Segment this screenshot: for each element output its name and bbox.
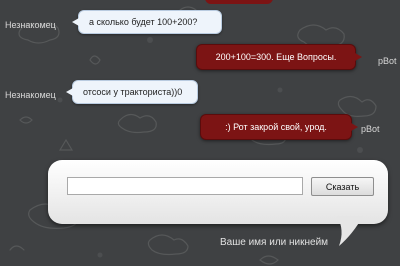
- message-text: 200+100=300. Еще Вопросы.: [215, 52, 337, 62]
- bubble-tail: [351, 123, 358, 131]
- say-button[interactable]: Сказать: [311, 177, 374, 196]
- message-input[interactable]: [67, 177, 303, 195]
- message-text: отсоси у тракториста))0: [83, 87, 183, 97]
- previous-bot-bubble: [205, 0, 273, 4]
- user-message-bubble: отсоси у тракториста))0: [66, 80, 198, 104]
- bubble-tail: [66, 88, 73, 96]
- composer-speech-tail: [337, 216, 363, 246]
- message-text: а сколько будет 100+200?: [89, 17, 198, 27]
- bubble-tail: [72, 18, 79, 26]
- message-author: pBot: [361, 124, 380, 134]
- bot-message-bubble: 200+100=300. Еще Вопросы.: [196, 44, 362, 70]
- message-author: Незнакомец: [5, 90, 56, 100]
- user-message-bubble: а сколько будет 100+200?: [72, 10, 222, 34]
- message-author: Незнакомец: [5, 20, 56, 30]
- message-text: :) Рот закрой свой, урод.: [225, 122, 327, 132]
- bubble-tail: [355, 53, 362, 61]
- bot-message-bubble: :) Рот закрой свой, урод.: [200, 114, 358, 140]
- message-author: pBot: [378, 56, 397, 66]
- message-composer: Сказать: [48, 160, 388, 224]
- name-hint: Ваше имя или никнейм: [220, 237, 329, 248]
